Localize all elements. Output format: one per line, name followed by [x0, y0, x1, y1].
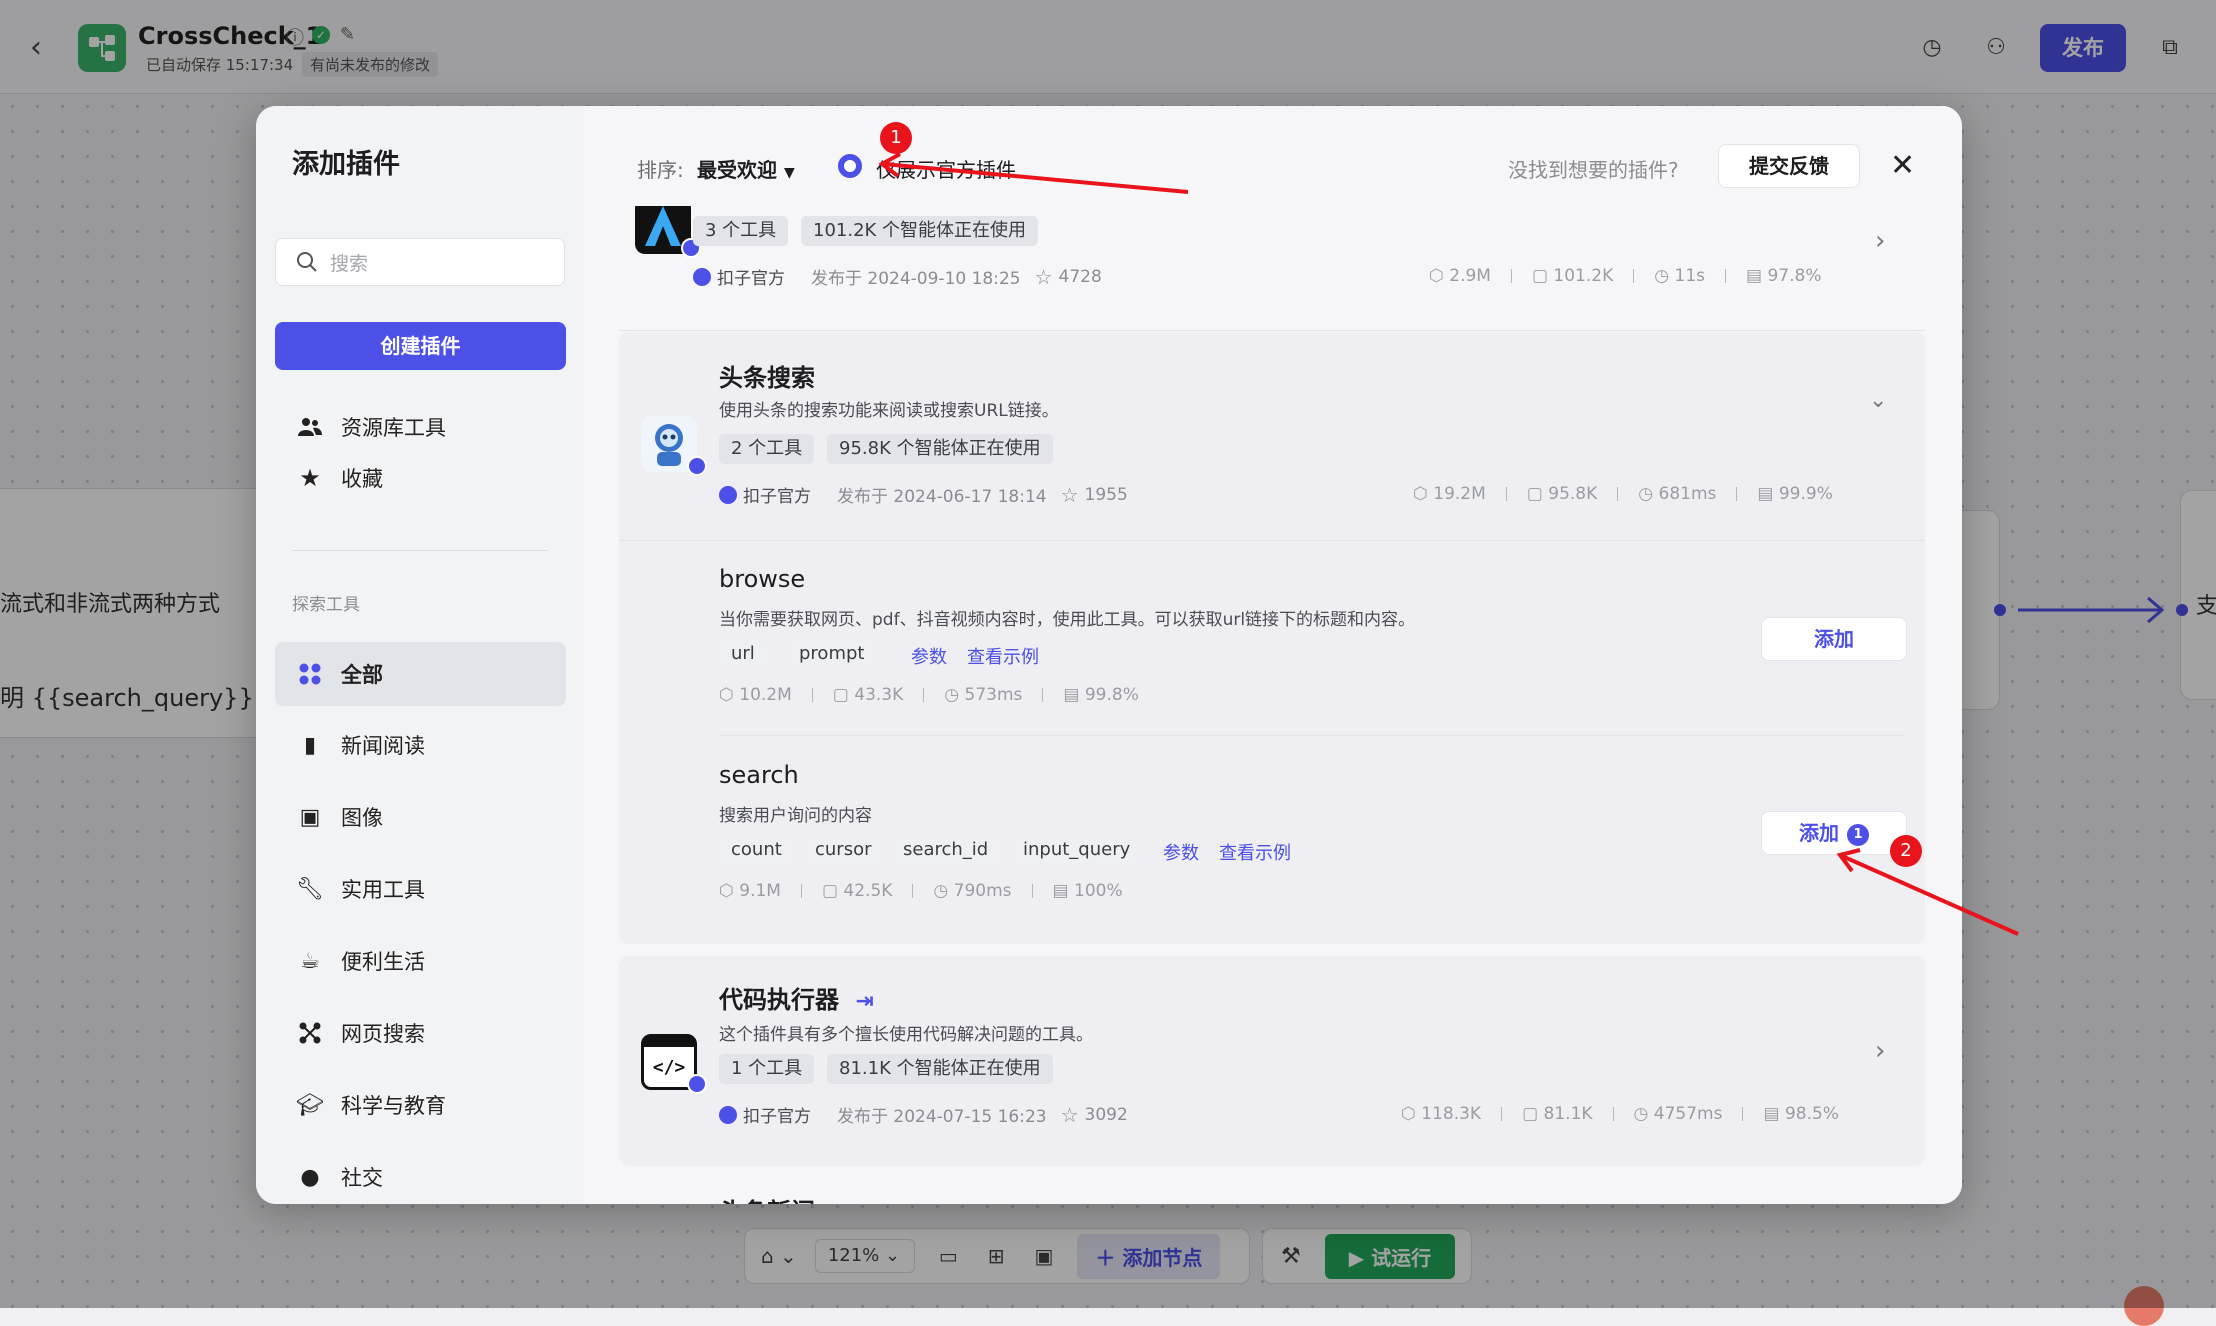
annotation-marker-2: 2 [1890, 835, 1922, 867]
annotation-marker-1: 1 [880, 122, 912, 154]
annotation-arrows [878, 152, 2019, 936]
